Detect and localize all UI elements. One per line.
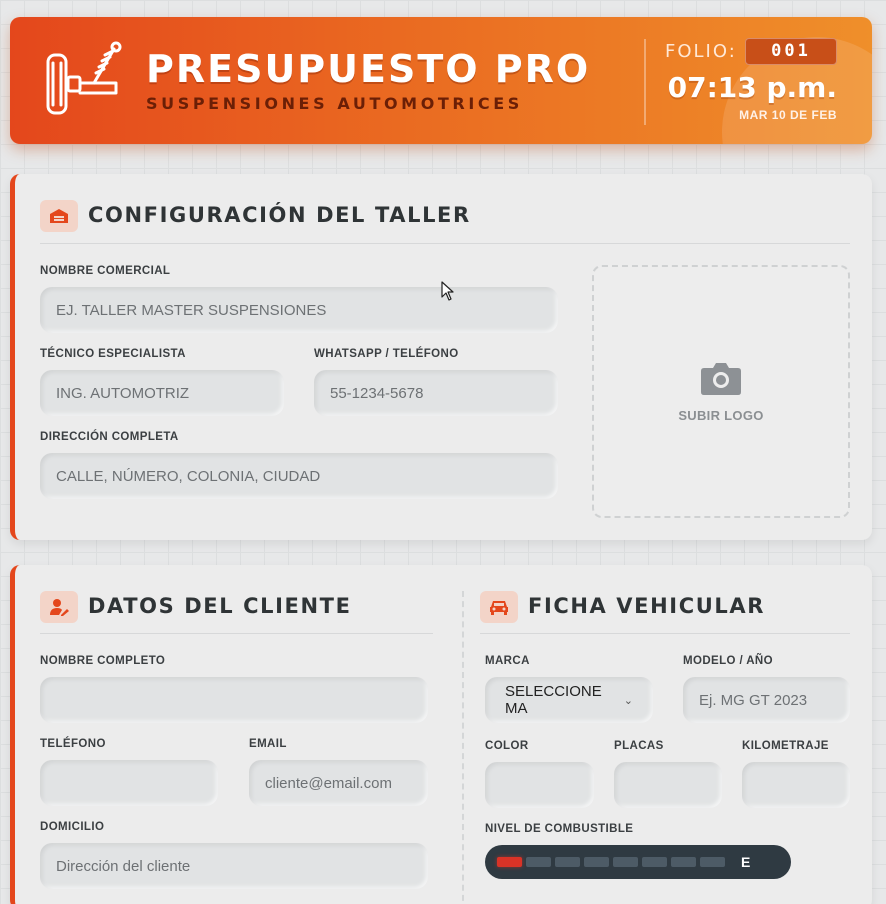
cliente-vehiculo-card: DATOS DEL CLIENTE NOMBRE COMPLETO TELÉFO… xyxy=(10,565,872,904)
cliente-section-title: DATOS DEL CLIENTE xyxy=(88,594,352,618)
user-edit-icon xyxy=(40,591,78,623)
telefono-label: TELÉFONO xyxy=(40,738,106,750)
modelo-label: MODELO / AÑO xyxy=(683,655,773,667)
garage-icon xyxy=(40,200,78,232)
fuel-label: NIVEL DE COMBUSTIBLE xyxy=(485,823,634,835)
fuel-level-gauge[interactable]: E xyxy=(485,845,791,879)
fuel-segment xyxy=(584,857,609,867)
fuel-segment xyxy=(642,857,667,867)
placas-input[interactable] xyxy=(614,762,722,808)
kilometraje-label: KILOMETRAJE xyxy=(742,740,829,752)
direccion-label: DIRECCIÓN COMPLETA xyxy=(40,431,179,443)
nombre-completo-input[interactable] xyxy=(40,677,428,723)
header-divider xyxy=(644,39,646,125)
tecnico-label: TÉCNICO ESPECIALISTA xyxy=(40,348,186,360)
section-divider xyxy=(40,633,433,634)
clock-date: MAR 10 DE FEB xyxy=(739,108,837,122)
kilometraje-input[interactable] xyxy=(742,762,850,808)
nombre-completo-label: NOMBRE COMPLETO xyxy=(40,655,166,667)
fuel-segment xyxy=(671,857,696,867)
column-separator xyxy=(462,591,464,904)
fuel-segment xyxy=(700,857,725,867)
taller-config-card: CONFIGURACIÓN DEL TALLER NOMBRE COMERCIA… xyxy=(10,174,872,540)
fuel-segment xyxy=(497,857,522,867)
suspension-wheel-icon xyxy=(46,41,122,115)
marca-label: MARCA xyxy=(485,655,530,667)
mouse-cursor-icon xyxy=(441,281,454,301)
upload-logo-dropzone[interactable]: SUBIR LOGO xyxy=(592,265,850,518)
fuel-segment xyxy=(555,857,580,867)
email-input[interactable] xyxy=(249,760,428,806)
domicilio-input[interactable] xyxy=(40,843,428,889)
folio-label: FOLIO: xyxy=(665,41,737,62)
fuel-segment xyxy=(613,857,638,867)
marca-select-value: SELECCIONE MA xyxy=(505,683,602,717)
whatsapp-input[interactable] xyxy=(314,370,558,416)
whatsapp-label: WHATSAPP / TELÉFONO xyxy=(314,348,459,360)
domicilio-label: DOMICILIO xyxy=(40,821,105,833)
app-subtitle: SUSPENSIONES AUTOMOTRICES xyxy=(146,94,523,113)
tecnico-input[interactable] xyxy=(40,370,284,416)
folio-value: 001 xyxy=(745,38,837,65)
chevron-down-icon: ⌄ xyxy=(623,694,633,707)
section-divider xyxy=(480,633,850,634)
vehiculo-section-title: FICHA VEHICULAR xyxy=(528,594,765,618)
direccion-input[interactable] xyxy=(40,453,558,499)
app-header: PRESUPUESTO PRO SUSPENSIONES AUTOMOTRICE… xyxy=(10,17,872,144)
email-label: EMAIL xyxy=(249,738,287,750)
upload-logo-label: SUBIR LOGO xyxy=(678,408,764,423)
modelo-input[interactable] xyxy=(683,677,850,723)
section-divider xyxy=(40,243,850,244)
nombre-comercial-input[interactable] xyxy=(40,287,558,333)
car-icon xyxy=(480,591,518,623)
color-label: COLOR xyxy=(485,740,529,752)
placas-label: PLACAS xyxy=(614,740,664,752)
color-input[interactable] xyxy=(485,762,594,808)
marca-select[interactable]: SELECCIONE MA ⌄ xyxy=(485,677,653,723)
taller-section-title: CONFIGURACIÓN DEL TALLER xyxy=(88,203,471,227)
fuel-segment xyxy=(526,857,551,867)
clock-time: 07:13 p.m. xyxy=(667,71,837,104)
app-title: PRESUPUESTO PRO xyxy=(146,47,591,91)
camera-icon xyxy=(701,363,741,395)
telefono-input[interactable] xyxy=(40,760,218,806)
nombre-comercial-label: NOMBRE COMERCIAL xyxy=(40,265,171,277)
fuel-end-label: E xyxy=(741,854,751,870)
